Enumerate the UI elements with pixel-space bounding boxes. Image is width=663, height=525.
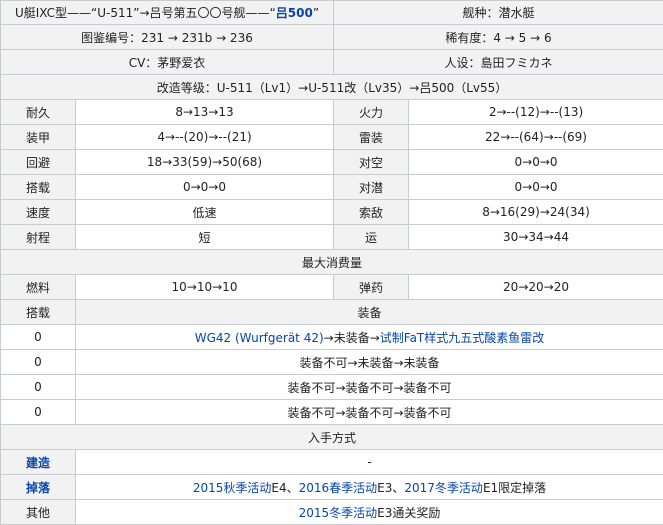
ship-type: 舰种：潜水艇 bbox=[332, 0, 663, 25]
build-link[interactable]: 建造 bbox=[26, 456, 50, 470]
remodel-levels: 改造等级：U-511（Lv1）→U-511改（Lv35）→吕500（Lv55） bbox=[0, 74, 663, 100]
acquisition-build-row: 建造 - bbox=[0, 449, 663, 475]
build-value: - bbox=[74, 449, 663, 475]
equipment-header-row: 搭载 装备 bbox=[0, 299, 663, 325]
other-value: 2015冬季活动E3通关奖励 bbox=[74, 499, 663, 525]
stat-value: 2→--(12)→--(13) bbox=[407, 99, 663, 125]
equipment-row: 0 装备不可→装备不可→装备不可 bbox=[0, 374, 663, 400]
stat-value: 8→16(29)→24(34) bbox=[407, 199, 663, 225]
stat-value: 4→--(20)→--(21) bbox=[75, 124, 334, 150]
stat-label: 索敌 bbox=[333, 199, 409, 225]
stat-row: 装甲 4→--(20)→--(21) 雷装 22→--(64)→--(69) bbox=[0, 124, 663, 150]
fuel-value: 10→10→10 bbox=[75, 274, 334, 300]
event-link[interactable]: 2015冬季活动 bbox=[299, 506, 378, 520]
slot-count: 0 bbox=[0, 324, 76, 350]
stat-row: 搭载 0→0→0 对潜 0→0→0 bbox=[0, 174, 663, 200]
acquisition-other-row: 其他 2015冬季活动E3通关奖励 bbox=[0, 499, 663, 525]
catalog-row: 图鉴编号：231 → 231b → 236 稀有度：4 → 5 → 6 bbox=[0, 24, 663, 50]
slot-header: 搭载 bbox=[0, 299, 76, 325]
equipment-value: WG42 (Wurfgerät 42)→未装备→试制FaT样式九五式酸素鱼雷改 bbox=[74, 324, 663, 350]
acquisition-title: 入手方式 bbox=[0, 424, 663, 450]
acquisition-title-row: 入手方式 bbox=[0, 424, 663, 450]
ship-name-suffix: ” bbox=[312, 6, 320, 20]
stat-row: 射程 短 运 30→34→44 bbox=[0, 224, 663, 250]
other-label: 其他 bbox=[0, 499, 76, 525]
equipment-link[interactable]: 试制FaT样式九五式酸素鱼雷改 bbox=[380, 331, 545, 345]
stat-label: 运 bbox=[333, 224, 409, 250]
event-link[interactable]: 2016春季活动 bbox=[299, 481, 378, 495]
stat-value: 30→34→44 bbox=[407, 224, 663, 250]
other-text: E3通关奖励 bbox=[377, 505, 441, 520]
ship-info-table: U艇IXC型——“U-511”→吕号第五〇〇号舰——“吕500” 舰种：潜水艇 … bbox=[0, 0, 663, 525]
stat-row: 耐久 8→13→13 火力 2→--(12)→--(13) bbox=[0, 99, 663, 125]
stat-label: 回避 bbox=[0, 149, 76, 175]
stat-label: 雷装 bbox=[333, 124, 409, 150]
stat-label: 射程 bbox=[0, 224, 76, 250]
ammo-value: 20→20→20 bbox=[407, 274, 663, 300]
equipment-row: 0 装备不可→装备不可→装备不可 bbox=[0, 399, 663, 425]
event-link[interactable]: 2015秋季活动 bbox=[193, 481, 272, 495]
build-label: 建造 bbox=[0, 449, 76, 475]
slot-count: 0 bbox=[0, 374, 76, 400]
acquisition-drop-row: 掉落 2015秋季活动E4、2016春季活动E3、2017冬季活动E1限定掉落 bbox=[0, 474, 663, 500]
consumption-row: 燃料 10→10→10 弹药 20→20→20 bbox=[0, 274, 663, 300]
equipment-header: 装备 bbox=[74, 299, 663, 325]
drop-text: E3、 bbox=[377, 480, 405, 495]
stat-label: 耐久 bbox=[0, 99, 76, 125]
stat-label: 装甲 bbox=[0, 124, 76, 150]
stat-value: 0→0→0 bbox=[407, 174, 663, 200]
stat-label: 速度 bbox=[0, 199, 76, 225]
stat-row: 回避 18→33(59)→50(68) 对空 0→0→0 bbox=[0, 149, 663, 175]
ship-name-prefix: U艇IXC型——“U-511”→吕号第五〇〇号舰——“ bbox=[14, 6, 276, 20]
stat-value: 0→0→0 bbox=[75, 174, 334, 200]
stat-label: 对空 bbox=[333, 149, 409, 175]
stat-value: 0→0→0 bbox=[407, 149, 663, 175]
stat-value: 18→33(59)→50(68) bbox=[75, 149, 334, 175]
equipment-row: 0 装备不可→未装备→未装备 bbox=[0, 349, 663, 375]
consumption-title: 最大消费量 bbox=[0, 249, 663, 275]
drop-text: E1限定掉落 bbox=[482, 480, 547, 495]
stat-row: 速度 低速 索敌 8→16(29)→24(34) bbox=[0, 199, 663, 225]
equipment-value: 装备不可→装备不可→装备不可 bbox=[74, 399, 663, 425]
event-link[interactable]: 2017冬季活动 bbox=[404, 481, 483, 495]
equipment-link[interactable]: WG42 (Wurfgerät 42) bbox=[195, 331, 324, 345]
slot-count: 0 bbox=[0, 349, 76, 375]
stat-value: 22→--(64)→--(69) bbox=[407, 124, 663, 150]
remodel-row: 改造等级：U-511（Lv1）→U-511改（Lv35）→吕500（Lv55） bbox=[0, 74, 663, 100]
equipment-text: →未装备→ bbox=[323, 330, 380, 345]
ship-name: U艇IXC型——“U-511”→吕号第五〇〇号舰——“吕500” bbox=[0, 0, 334, 25]
stat-label: 对潜 bbox=[333, 174, 409, 200]
stat-value: 低速 bbox=[75, 199, 334, 225]
drop-text: E4、 bbox=[271, 480, 299, 495]
stat-label: 火力 bbox=[333, 99, 409, 125]
fuel-label: 燃料 bbox=[0, 274, 76, 300]
name-row: U艇IXC型——“U-511”→吕号第五〇〇号舰——“吕500” 舰种：潜水艇 bbox=[0, 0, 663, 25]
drop-value: 2015秋季活动E4、2016春季活动E3、2017冬季活动E1限定掉落 bbox=[74, 474, 663, 500]
drop-label: 掉落 bbox=[0, 474, 76, 500]
equipment-value: 装备不可→未装备→未装备 bbox=[74, 349, 663, 375]
slot-count: 0 bbox=[0, 399, 76, 425]
drop-link[interactable]: 掉落 bbox=[26, 481, 50, 495]
ammo-label: 弹药 bbox=[333, 274, 409, 300]
illustrator: 人设：島田フミカネ bbox=[332, 49, 663, 75]
consumption-title-row: 最大消费量 bbox=[0, 249, 663, 275]
stat-value: 8→13→13 bbox=[75, 99, 334, 125]
catalog-number: 图鉴编号：231 → 231b → 236 bbox=[0, 24, 334, 50]
stats-body: 耐久 8→13→13 火力 2→--(12)→--(13) 装甲 4→--(20… bbox=[0, 99, 663, 250]
ship-name-link[interactable]: 吕500 bbox=[276, 6, 313, 20]
stat-label: 搭载 bbox=[0, 174, 76, 200]
rarity: 稀有度：4 → 5 → 6 bbox=[332, 24, 663, 50]
cv-row: CV：茅野爱衣 人设：島田フミカネ bbox=[0, 49, 663, 75]
equipment-value: 装备不可→装备不可→装备不可 bbox=[74, 374, 663, 400]
equipment-row: 0 WG42 (Wurfgerät 42)→未装备→试制FaT样式九五式酸素鱼雷… bbox=[0, 324, 663, 350]
voice-actor: CV：茅野爱衣 bbox=[0, 49, 334, 75]
stat-value: 短 bbox=[75, 224, 334, 250]
